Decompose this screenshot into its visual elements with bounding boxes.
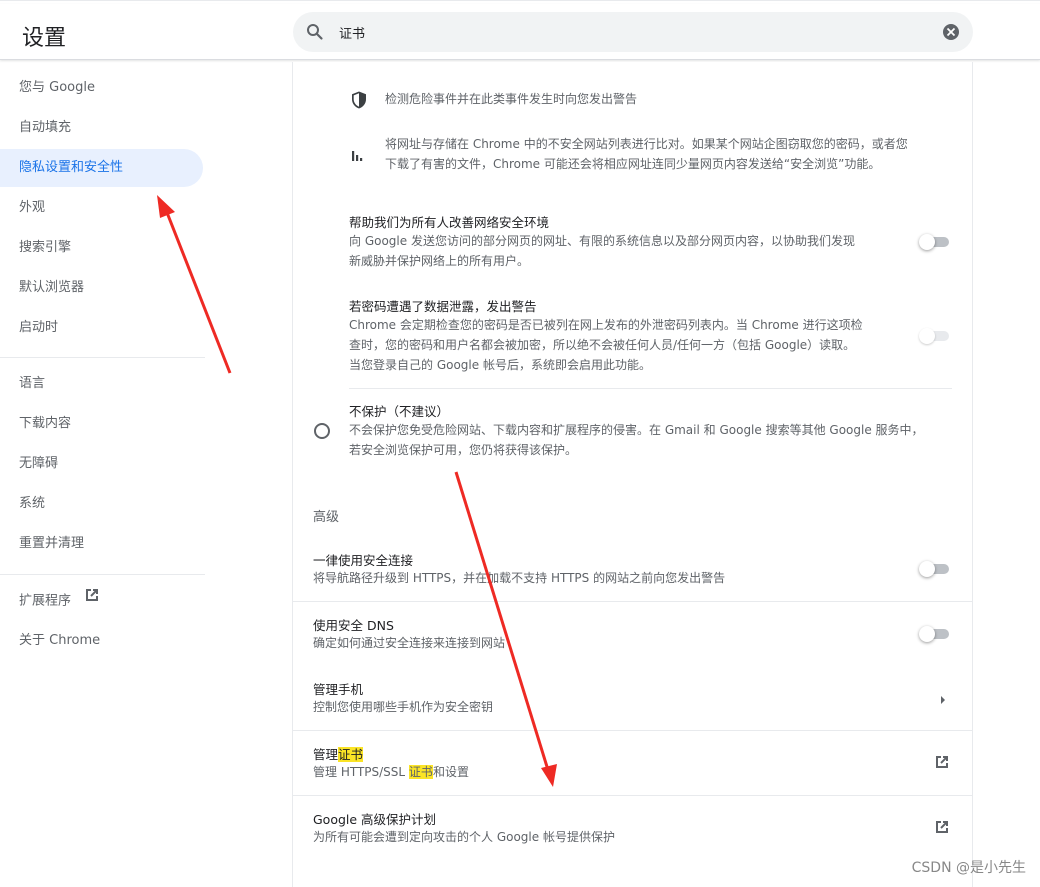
password-leak-title: 若密码遭遇了数据泄露，发出警告 [349,299,537,314]
help-improve-description: 向 Google 发送您访问的部分网页的网址、有限的系统信息以及部分网页内容，以… [349,234,855,268]
sidebar-item-search-engine[interactable]: 搜索引擎 [0,229,203,267]
advanced-protection-title[interactable]: Google 高级保护计划 [313,809,436,828]
clear-search-icon[interactable] [943,24,959,40]
no-protection-title: 不保护（不建议） [349,404,450,419]
bullet-text: 检测危险事件并在此类事件发生时向您发出警告 [385,92,638,106]
manage-phones-title[interactable]: 管理手机 [313,679,363,698]
divider [293,730,972,731]
advanced-protection-description: 为所有可能会遭到定向攻击的个人 Google 帐号提供保护 [313,830,615,844]
sidebar-item-about-chrome[interactable]: 关于 Chrome [0,622,203,660]
sidebar-divider [0,574,205,575]
sidebar-item-autofill[interactable]: 自动填充 [0,109,203,147]
search-input[interactable]: 证书 [339,23,365,42]
always-https-description: 将导航路径升级到 HTTPS，并在加载不支持 HTTPS 的网站之前向您发出警告 [313,571,726,585]
sidebar-item-default-browser[interactable]: 默认浏览器 [0,269,203,307]
privacy-settings-card: 检测危险事件并在此类事件发生时向您发出警告 将网址与存储在 Chrome 中的不… [292,62,973,887]
sidebar-item-accessibility[interactable]: 无障碍 [0,445,203,483]
sidebar-item-appearance[interactable]: 外观 [0,189,203,227]
settings-sidebar: 您与 Google 自动填充 隐私设置和安全性 外观 搜索引擎 默认浏览器 启动… [0,62,212,887]
no-protection-radio[interactable] [314,423,330,439]
sidebar-item-downloads[interactable]: 下载内容 [0,405,203,443]
sidebar-item-languages[interactable]: 语言 [0,365,203,403]
divider [293,601,972,602]
sidebar-item-system[interactable]: 系统 [0,485,203,523]
advanced-section-label: 高级 [313,510,340,525]
secure-dns-title: 使用安全 DNS [313,618,394,633]
search-box[interactable]: 证书 [293,12,973,52]
help-improve-toggle[interactable] [919,234,951,250]
help-improve-title: 帮助我们为所有人改善网络安全环境 [349,215,550,230]
no-protection-description: 不会保护您免受危险网站、下载内容和扩展程序的侵害。在 Gmail 和 Googl… [349,423,924,457]
page-title: 设置 [22,26,67,51]
sidebar-item-extensions[interactable]: 扩展程序 [0,582,203,620]
sidebar-item-privacy-security[interactable]: 隐私设置和安全性 [0,149,203,187]
watermark: CSDN @是小先生 [911,860,1026,876]
search-highlight: 证书 [338,747,364,762]
password-leak-description: Chrome 会定期检查您的密码是否已被列在网上发布的外泄密码列表内。当 Chr… [349,318,863,372]
manage-phones-description: 控制您使用哪些手机作为安全密钥 [313,700,494,714]
sidebar-item-reset[interactable]: 重置并清理 [0,525,203,563]
sidebar-item-label: 扩展程序 [19,593,72,609]
open-in-new-icon[interactable] [933,753,951,775]
chevron-right-icon[interactable] [938,691,948,710]
sidebar-divider [0,357,205,358]
open-in-new-icon[interactable] [933,818,951,840]
password-leak-toggle[interactable] [919,328,951,344]
manage-certificates-description: 管理 HTTPS/SSL 证书和设置 [313,765,469,779]
secure-dns-toggle[interactable] [919,626,951,642]
bullet-text: 将网址与存储在 Chrome 中的不安全网站列表进行比对。如果某个网站企图窃取您… [385,137,908,171]
shield-icon [349,90,369,114]
always-https-title: 一律使用安全连接 [313,553,414,568]
manage-certificates-title[interactable]: 管理证书 [313,744,364,763]
sidebar-item-on-startup[interactable]: 启动时 [0,309,203,347]
always-https-toggle[interactable] [919,561,951,577]
open-in-new-icon [83,582,101,620]
secure-dns-description: 确定如何通过安全连接来连接到网站 [313,636,506,650]
search-icon [305,22,325,42]
sidebar-item-you-and-google[interactable]: 您与 Google [0,69,203,107]
bar-chart-icon [349,146,369,170]
divider [293,795,972,796]
divider [349,388,952,389]
settings-header: 设置 证书 [0,4,1040,60]
search-highlight: 证书 [408,765,433,779]
